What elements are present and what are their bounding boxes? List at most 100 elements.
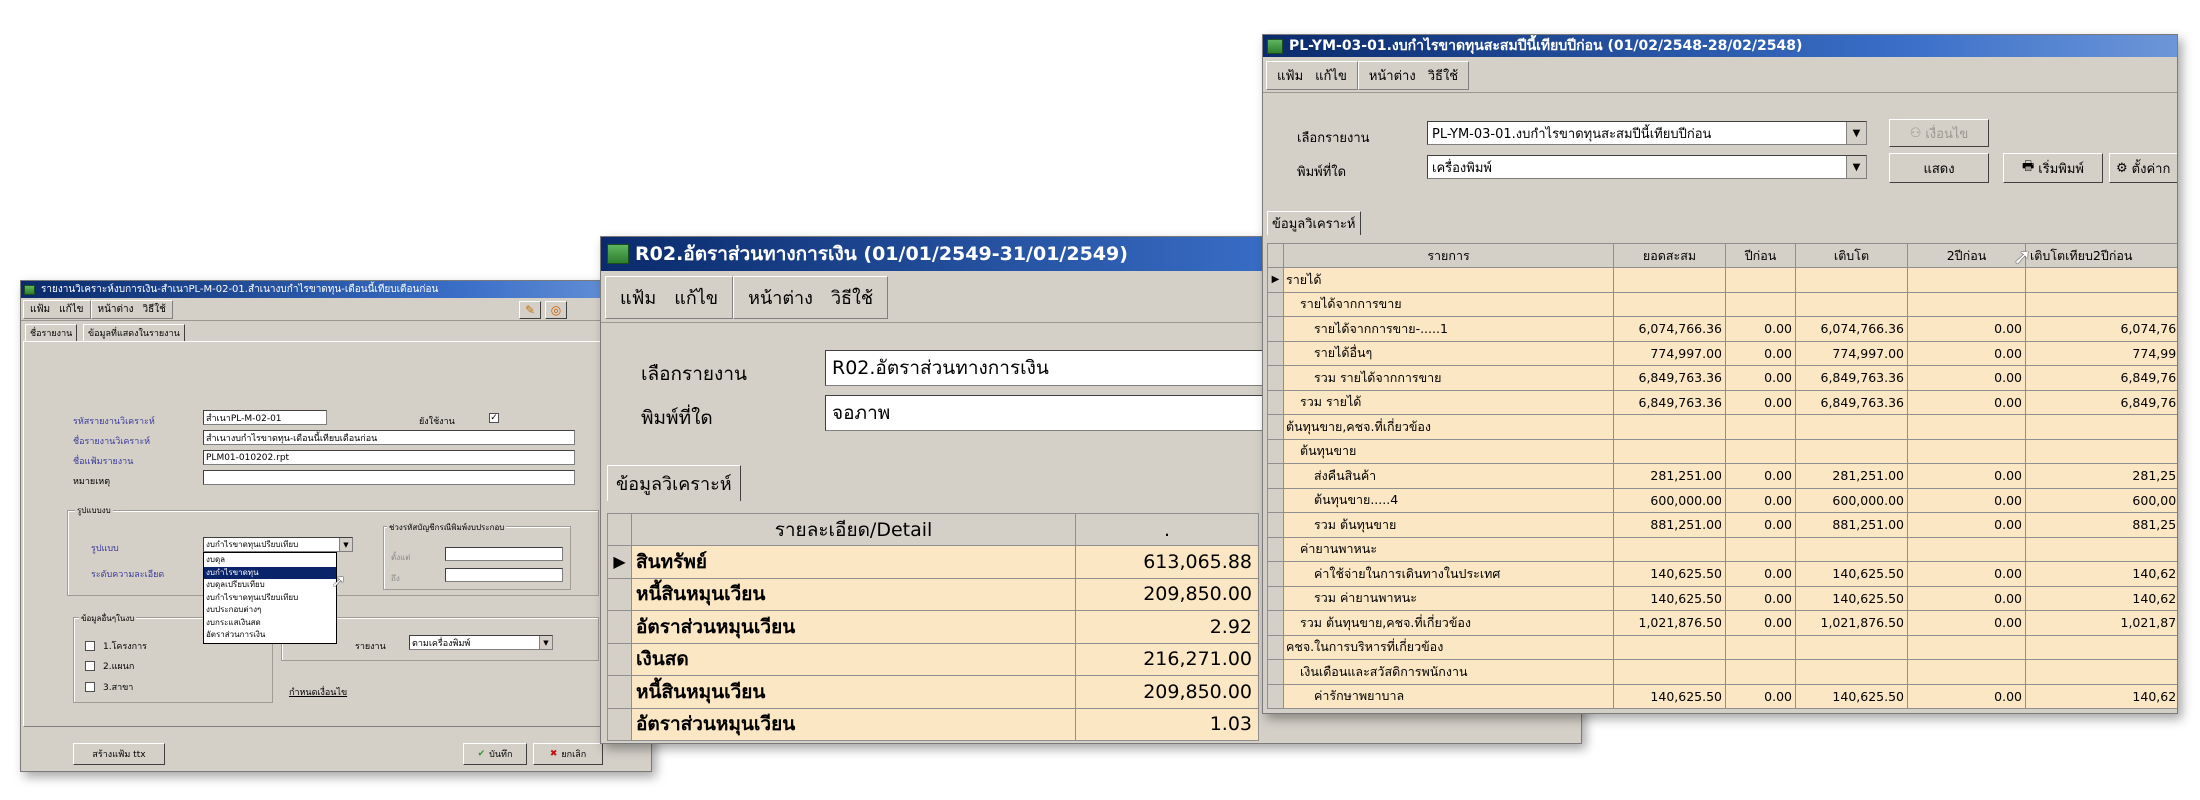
value-cell[interactable] (1795, 659, 1908, 685)
value-cell[interactable]: 140,625.50 (1795, 585, 1908, 611)
value-cell[interactable]: 1,021,876.50 (1795, 610, 1908, 636)
print-setup-button[interactable]: ⚙ ตั้งค่าก (2109, 153, 2177, 183)
table-row[interactable]: อัตราส่วนหมุนเวียน 1.03 (607, 707, 1259, 741)
create-ttx-button[interactable]: สร้างแฟ้ม ttx (73, 743, 165, 765)
detail-cell[interactable]: อัตราส่วนหมุนเวียน (631, 707, 1076, 741)
row-indicator[interactable]: ▶ (607, 545, 632, 579)
table-row[interactable]: อัตราส่วนหมุนเวียน 2.92 (607, 610, 1259, 644)
value-cell[interactable] (1613, 659, 1726, 685)
value-cell[interactable] (1725, 438, 1796, 464)
table-row[interactable]: รวม รายได้จากการขาย 6,849,763.36 0.00 6,849… (1267, 365, 2177, 391)
value-cell[interactable] (1725, 659, 1796, 685)
menu-edit[interactable]: แก้ไข (1315, 65, 1347, 86)
value-cell[interactable]: 140,625.50 (2025, 561, 2177, 587)
menu-help[interactable]: วิธีใช้ (1428, 65, 1458, 86)
exit-button[interactable]: ◎ (545, 301, 567, 319)
value-cell[interactable]: 0.00 (1907, 561, 2026, 587)
value-cell[interactable]: 140,625.50 (1795, 561, 1908, 587)
value-cell[interactable] (1907, 267, 2026, 293)
value-cell[interactable]: 209,850.00 (1075, 675, 1259, 709)
item-cell[interactable]: ต้นทุนขาย (1283, 438, 1614, 464)
column-header-accumulated[interactable]: ยอดสะสม (1613, 243, 1726, 268)
format-option[interactable]: งบดุล (204, 554, 336, 567)
table-row[interactable]: หนี้สินหมุนเวียน 209,850.00 (607, 577, 1259, 611)
value-cell[interactable]: 6,849,763.36 (2025, 365, 2177, 391)
row-indicator[interactable]: ▶ (1267, 267, 1284, 293)
value-cell[interactable] (1725, 414, 1796, 440)
value-cell[interactable] (2025, 536, 2177, 562)
detail-cell[interactable]: หนี้สินหมุนเวียน (631, 675, 1076, 709)
column-header-value[interactable]: . (1075, 513, 1259, 546)
show-button[interactable]: แสดง (1889, 153, 1989, 183)
menu-window[interactable]: หน้าต่าง (1369, 65, 1416, 86)
print-to-input[interactable]: เครื่องพิมพ์ ▼ (1427, 155, 1867, 179)
item-cell[interactable]: คชจ.ในการบริหารที่เกี่ยวข้อง (1283, 634, 1614, 660)
table-row[interactable]: รวม ต้นทุนขาย,คชจ.ที่เกี่ยวข้อง 1,021,876… (1267, 610, 2177, 636)
table-row[interactable]: หนี้สินหมุนเวียน 209,850.00 (607, 675, 1259, 709)
row-indicator[interactable] (1267, 487, 1284, 513)
value-cell[interactable]: 774,997.00 (1613, 340, 1726, 366)
item-cell[interactable]: รวม รายได้จากการขาย (1283, 365, 1614, 391)
format-option[interactable]: งบกำไรขาดทุนเปรียบเทียบ (204, 592, 336, 605)
value-cell[interactable] (2025, 634, 2177, 660)
value-cell[interactable] (1795, 634, 1908, 660)
value-cell[interactable] (1725, 634, 1796, 660)
value-cell[interactable]: 6,849,763.36 (1613, 365, 1726, 391)
table-row[interactable]: รวม รายได้ 6,849,763.36 0.00 6,849,763.36 0.… (1267, 389, 2177, 415)
item-cell[interactable]: ค่าใช้จ่ายในการเดินทางในประเทศ (1283, 561, 1614, 587)
value-cell[interactable]: 0.00 (1907, 389, 2026, 415)
value-cell[interactable]: 0.00 (1907, 610, 2026, 636)
row-indicator[interactable] (1267, 389, 1284, 415)
format-option[interactable]: งบประกอบต่างๆ (204, 604, 336, 617)
value-cell[interactable]: 209,850.00 (1075, 577, 1259, 611)
value-cell[interactable] (1795, 291, 1908, 317)
value-cell[interactable]: 0.00 (1725, 585, 1796, 611)
row-indicator[interactable] (1267, 291, 1284, 317)
row-indicator[interactable] (1267, 512, 1284, 538)
detail-cell[interactable]: อัตราส่วนหมุนเวียน (631, 610, 1076, 644)
row-indicator[interactable] (607, 577, 632, 611)
value-cell[interactable]: 1,021,876.50 (1613, 610, 1726, 636)
row-indicator[interactable] (1267, 659, 1284, 685)
item-cell[interactable]: รายได้ (1283, 267, 1614, 293)
value-cell[interactable] (1795, 267, 1908, 293)
menu-file[interactable]: แฟ้ม (1277, 65, 1303, 86)
row-indicator[interactable] (1267, 536, 1284, 562)
table-row[interactable]: เงินสด 216,271.00 (607, 642, 1259, 676)
value-cell[interactable]: 0.00 (1725, 610, 1796, 636)
value-cell[interactable]: 0.00 (1907, 316, 2026, 342)
value-cell[interactable]: 0.00 (1907, 487, 2026, 513)
row-indicator[interactable] (1267, 438, 1284, 464)
profit-loss-titlebar[interactable]: PL-YM-03-01.งบกำไรขาดทุนสะสมปีนี้เทียบปี… (1263, 35, 2177, 57)
value-cell[interactable] (1907, 414, 2026, 440)
value-cell[interactable]: 1.03 (1075, 707, 1259, 741)
table-row[interactable]: ▶ รายได้ (1267, 267, 2177, 293)
column-header-growth[interactable]: เติบโต (1795, 243, 1908, 268)
value-cell[interactable]: 0.00 (1907, 512, 2026, 538)
value-cell[interactable]: 881,251.00 (2025, 512, 2177, 538)
item-cell[interactable]: ค่ายานพาหนะ (1283, 536, 1614, 562)
value-cell[interactable]: 0.00 (1725, 340, 1796, 366)
value-cell[interactable] (1907, 291, 2026, 317)
row-indicator[interactable] (1267, 414, 1284, 440)
format-option[interactable]: งบกระแสเงินสด (204, 617, 336, 630)
table-row[interactable]: ค่ายานพาหนะ (1267, 536, 2177, 562)
menu-window[interactable]: หน้าต่าง (748, 283, 813, 312)
value-cell[interactable]: 281,251.00 (1613, 463, 1726, 489)
value-cell[interactable]: 0.00 (1907, 463, 2026, 489)
code-input[interactable]: สำเนาPL-M-02-01 (203, 410, 327, 425)
from-input[interactable] (445, 547, 563, 561)
row-indicator[interactable] (607, 707, 632, 741)
value-cell[interactable]: 140,625.50 (1795, 683, 1908, 709)
value-cell[interactable]: 6,849,763.36 (1795, 365, 1908, 391)
value-cell[interactable]: 0.00 (1907, 683, 2026, 709)
value-cell[interactable]: 6,849,763.36 (1613, 389, 1726, 415)
value-cell[interactable]: 140,625.50 (2025, 585, 2177, 611)
value-cell[interactable]: 6,849,763.36 (1795, 389, 1908, 415)
save-button[interactable]: ✔ บันทึก (463, 743, 527, 765)
row-indicator[interactable] (1267, 585, 1284, 611)
row-indicator[interactable] (607, 642, 632, 676)
format-option-selected[interactable]: งบกำไรขาดทุน (204, 566, 336, 579)
department-checkbox[interactable] (85, 661, 95, 671)
table-row[interactable]: ค่าใช้จ่ายในการเดินทางในประเทศ 140,625.50… (1267, 561, 2177, 587)
